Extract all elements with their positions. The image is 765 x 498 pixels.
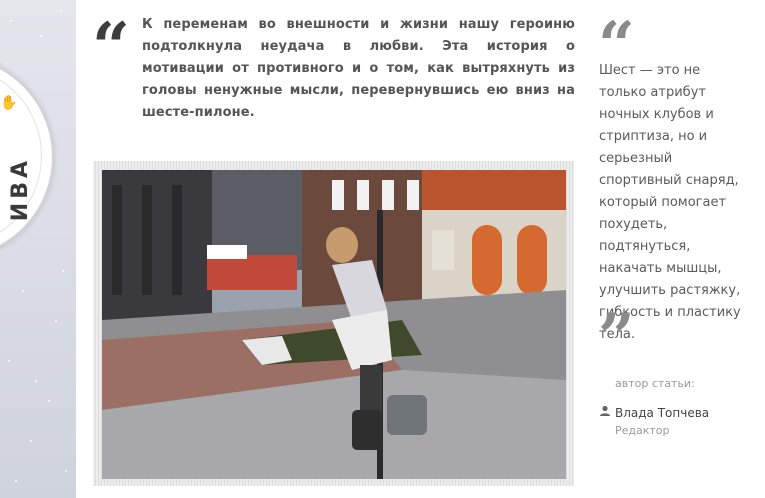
left-decor-strip: ✋ ИВА <box>0 0 76 498</box>
badge-text: ИВА <box>8 157 33 222</box>
circular-badge: ✋ ИВА <box>0 55 54 259</box>
handprint-icon: ✋ <box>0 95 18 111</box>
author-name[interactable]: Влада Топчева <box>615 406 709 420</box>
article-photo-illustration <box>102 170 566 479</box>
author-label: автор статьи: <box>615 377 695 390</box>
lead-quote-mark: “ <box>92 8 130 86</box>
author-row[interactable]: Влада Топчева <box>599 405 709 420</box>
user-icon <box>599 405 611 420</box>
article-photo <box>102 170 566 479</box>
article-lead: К переменам во внешности и жизни нашу ге… <box>142 17 575 120</box>
sidebar-close-quote: ” <box>598 300 635 375</box>
author-role: Редактор <box>615 424 670 437</box>
